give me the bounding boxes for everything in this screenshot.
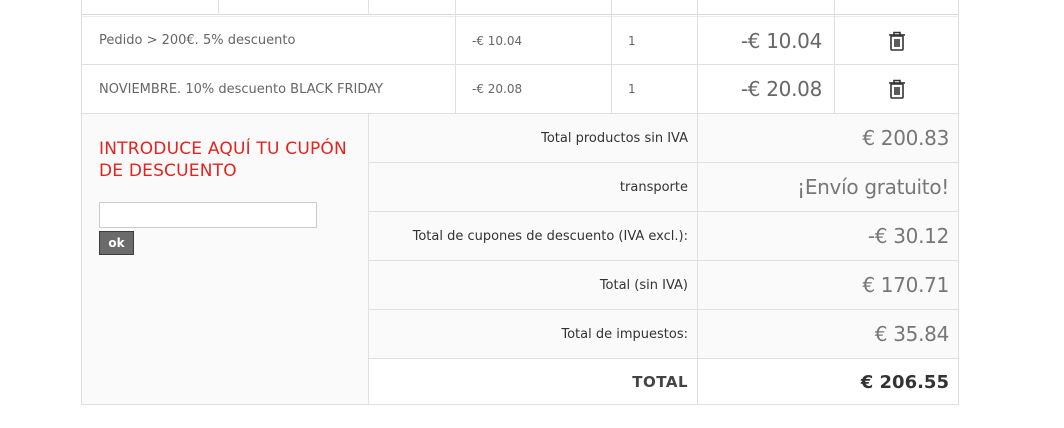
discount-unit-price: -€ 20.08	[472, 82, 523, 96]
summary-value-taxes: € 35.84	[697, 310, 959, 358]
summary-label-total: TOTAL	[368, 359, 697, 405]
table-divider	[611, 0, 612, 113]
table-divider	[218, 0, 219, 15]
discount-quantity: 1	[628, 82, 636, 96]
apply-coupon-button[interactable]: ok	[99, 231, 134, 255]
table-divider	[368, 309, 959, 310]
discount-quantity: 1	[628, 33, 636, 48]
trash-icon	[888, 79, 905, 99]
coupon-section: Introduce aquí tu cupón de descuento ok	[81, 114, 368, 405]
discount-total: -€ 10.04	[740, 28, 822, 53]
table-divider	[368, 114, 369, 405]
summary-label-products: Total productos sin IVA	[368, 114, 697, 162]
table-divider	[834, 0, 835, 113]
trash-icon	[888, 31, 905, 51]
table-divider	[368, 0, 369, 15]
summary-value-coupons: -€ 30.12	[697, 212, 959, 260]
coupon-title: Introduce aquí tu cupón de descuento	[99, 139, 347, 181]
table-divider	[368, 358, 959, 359]
summary-label-coupons: Total de cupones de descuento (IVA excl.…	[368, 212, 697, 260]
summary-label-shipping: transporte	[368, 163, 697, 211]
cart-summary-table: Pedido > 200€. 5% descuento -€ 10.04 1 -…	[81, 0, 959, 405]
summary-label-subtotal: Total (sin IVA)	[368, 261, 697, 309]
table-divider	[697, 0, 698, 113]
coupon-code-input[interactable]	[99, 202, 317, 228]
discount-total: -€ 20.08	[740, 77, 822, 101]
discount-unit-price: -€ 10.04	[472, 33, 523, 48]
table-divider	[81, 404, 959, 405]
table-divider	[368, 162, 959, 163]
summary-value-subtotal: € 170.71	[697, 261, 959, 309]
table-divider	[368, 211, 959, 212]
table-border	[958, 0, 959, 405]
discount-name: Pedido > 200€. 5% descuento	[99, 33, 296, 48]
table-border	[81, 0, 82, 405]
summary-value-total: € 206.55	[697, 359, 959, 405]
discount-name: NOVIEMBRE. 10% descuento BLACK FRIDAY	[99, 81, 383, 97]
summary-value-products: € 200.83	[697, 114, 959, 162]
delete-discount-button[interactable]	[834, 16, 959, 65]
summary-label-taxes: Total de impuestos:	[368, 310, 697, 358]
table-divider	[697, 114, 698, 405]
table-divider	[455, 0, 456, 113]
summary-value-shipping: ¡Envío gratuito!	[697, 163, 959, 211]
table-divider	[368, 260, 959, 261]
table-divider	[81, 14, 959, 15]
delete-discount-button[interactable]	[834, 65, 959, 113]
